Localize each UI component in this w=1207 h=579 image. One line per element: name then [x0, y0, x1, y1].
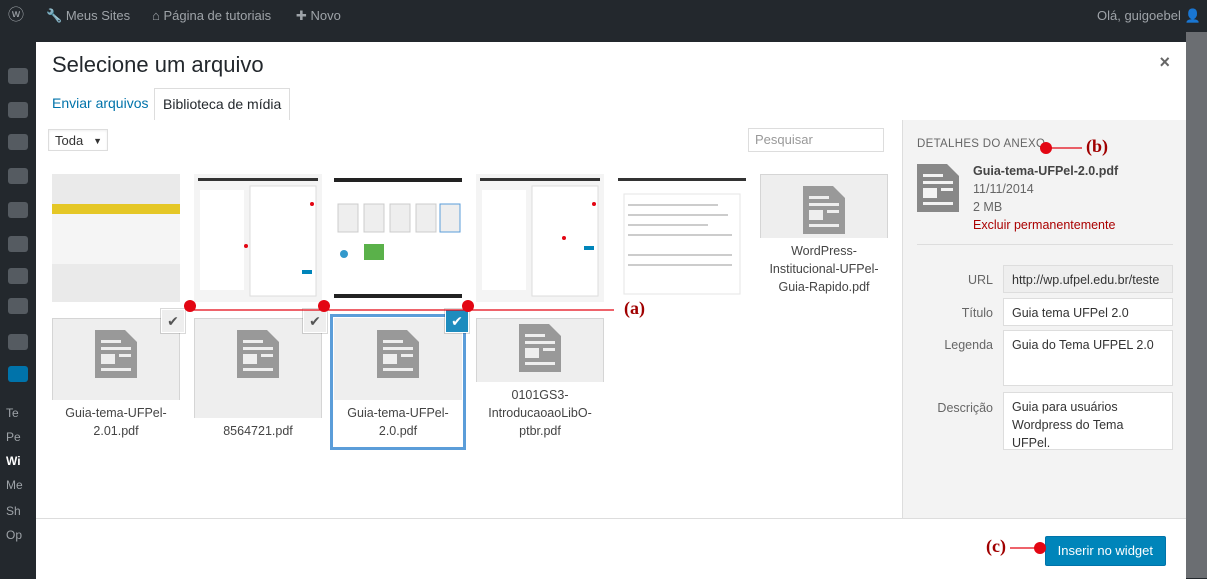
annotation-marker — [1040, 142, 1052, 154]
annotation-marker — [462, 300, 474, 312]
annotation-marker — [318, 300, 330, 312]
annotation-label-b: (b) — [1086, 136, 1108, 156]
annotation-overlay — [184, 142, 1082, 554]
annotation-marker — [184, 300, 196, 312]
annotation-marker — [1034, 542, 1046, 554]
annotation-label-c: (c) — [986, 536, 1006, 556]
annotation-label-a: (a) — [624, 298, 645, 318]
